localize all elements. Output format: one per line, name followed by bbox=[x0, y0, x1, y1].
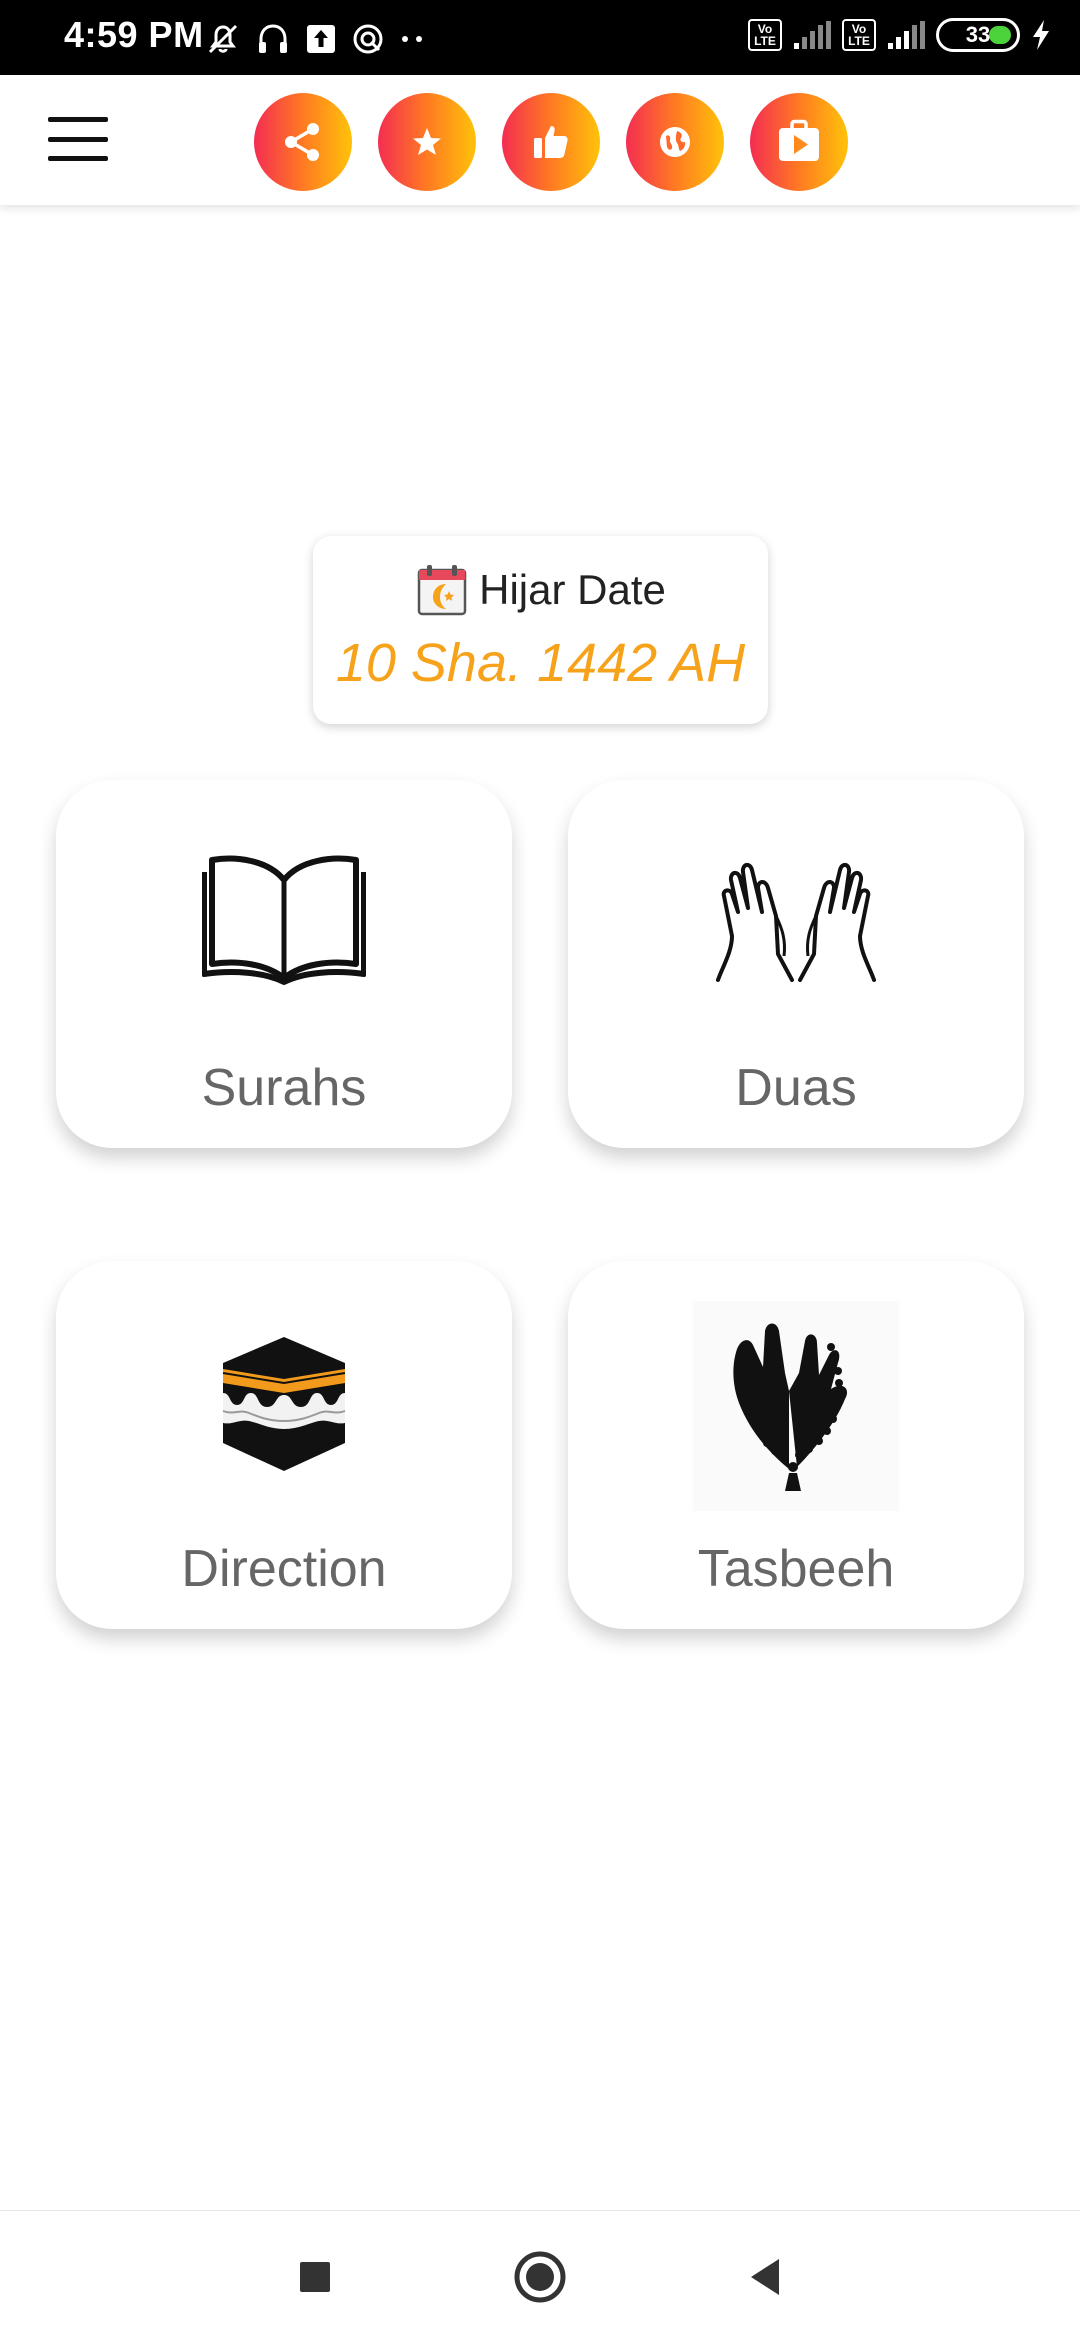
battery-icon: 33 bbox=[936, 18, 1020, 52]
hijri-date-card: Hijar Date 10 Sha. 1442 AH bbox=[313, 536, 768, 724]
thumbs-up-icon bbox=[534, 126, 568, 158]
app-bar bbox=[0, 75, 1080, 205]
hijri-date-value: 10 Sha. 1442 AH bbox=[335, 633, 746, 693]
battery-level: 33 bbox=[965, 22, 991, 47]
headphones-icon bbox=[259, 24, 287, 53]
hijri-date-header: Hijar Date bbox=[313, 562, 768, 618]
website-button[interactable] bbox=[626, 93, 724, 191]
share-button[interactable] bbox=[254, 93, 352, 191]
status-bar: 4:59 PM Vo LTE Vo LTE 33 bbox=[0, 0, 1080, 75]
status-time: 4:59 PM bbox=[64, 14, 204, 55]
system-nav-bar bbox=[0, 2210, 1080, 2340]
rate-button[interactable] bbox=[378, 93, 476, 191]
hijri-date-label: Hijar Date bbox=[479, 566, 666, 613]
tile-label-direction: Direction bbox=[181, 1540, 387, 1598]
back-icon bbox=[751, 2259, 779, 2295]
hamburger-menu-icon[interactable] bbox=[48, 117, 108, 161]
home-icon bbox=[514, 2251, 566, 2303]
tile-surahs[interactable]: Surahs bbox=[56, 780, 512, 1148]
signal-icon bbox=[888, 21, 925, 49]
charging-icon bbox=[1033, 20, 1049, 50]
globe-icon bbox=[660, 127, 690, 157]
open-book-icon bbox=[202, 855, 366, 985]
recents-icon bbox=[300, 2262, 330, 2292]
play-store-icon bbox=[779, 119, 819, 161]
more-apps-button[interactable] bbox=[750, 93, 848, 191]
status-right-icons: Vo LTE Vo LTE 33 bbox=[748, 18, 1052, 52]
volte-icon: Vo LTE bbox=[842, 19, 876, 51]
prayer-beads-icon bbox=[693, 1301, 899, 1511]
status-left-icons bbox=[205, 22, 427, 56]
calendar-moon-icon bbox=[417, 565, 467, 616]
signal-icon bbox=[794, 21, 831, 49]
praying-hands-icon bbox=[716, 863, 876, 982]
home-button[interactable] bbox=[510, 2247, 570, 2307]
tile-label-tasbeeh: Tasbeeh bbox=[697, 1540, 895, 1598]
kaaba-icon bbox=[222, 1337, 346, 1471]
share-icon bbox=[285, 123, 319, 161]
more-dots-icon bbox=[402, 36, 422, 42]
tile-direction[interactable]: Direction bbox=[56, 1261, 512, 1629]
upload-icon bbox=[307, 25, 335, 53]
data-saver-icon bbox=[353, 24, 383, 54]
like-button[interactable] bbox=[502, 93, 600, 191]
mute-icon bbox=[208, 24, 238, 54]
recents-button[interactable] bbox=[285, 2247, 345, 2307]
star-icon bbox=[413, 128, 441, 155]
tile-duas[interactable]: Duas bbox=[568, 780, 1024, 1148]
tile-label-surahs: Surahs bbox=[201, 1059, 367, 1117]
tile-tasbeeh[interactable]: Tasbeeh bbox=[568, 1261, 1024, 1629]
volte-icon: Vo LTE bbox=[748, 19, 782, 51]
tile-label-duas: Duas bbox=[735, 1059, 857, 1117]
back-button[interactable] bbox=[735, 2247, 795, 2307]
